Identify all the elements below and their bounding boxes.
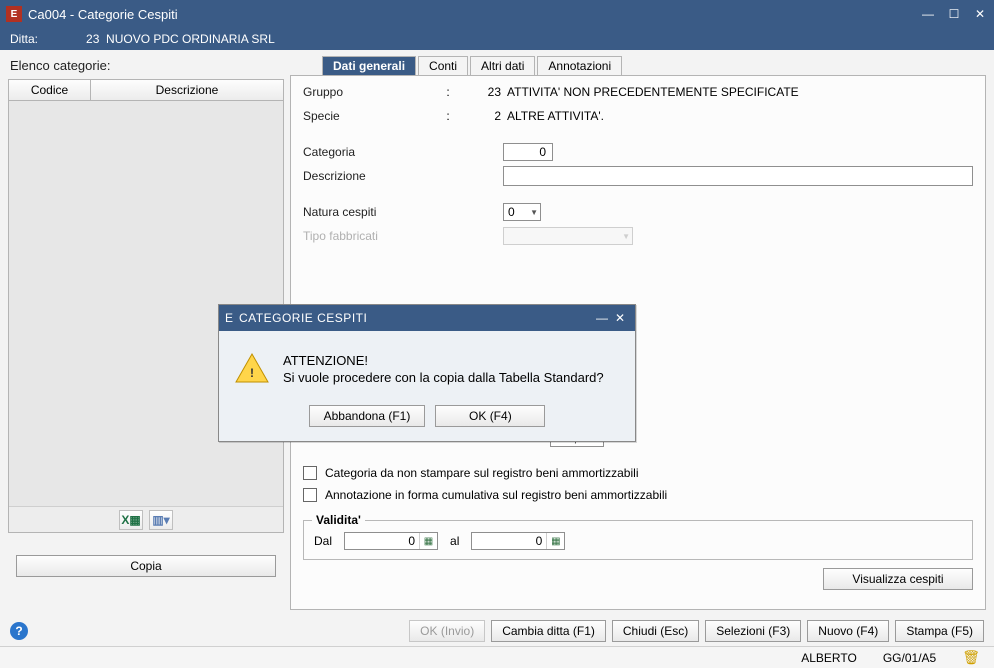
app-icon: E — [225, 311, 233, 325]
validita-fieldset: Validita' Dal 0 ▦ al 0 ▦ — [303, 520, 973, 560]
visualizza-cespiti-button[interactable]: Visualizza cespiti — [823, 568, 973, 590]
ditta-label: Ditta: — [10, 32, 38, 46]
natura-dropdown[interactable]: 0 ▼ — [503, 203, 541, 221]
row-gruppo: Gruppo : 23 ATTIVITA' NON PRECEDENTEMENT… — [303, 82, 973, 102]
specie-code: 2 — [463, 109, 501, 123]
copia-wrap: Copia — [8, 555, 284, 577]
excel-icon: X▦ — [121, 513, 140, 527]
warning-icon: ! — [235, 353, 269, 383]
dialog-heading: ATTENZIONE! — [283, 353, 604, 368]
row-natura: Natura cespiti 0 ▼ — [303, 202, 973, 222]
ok-invio-button: OK (Invio) — [409, 620, 485, 642]
ditta-bar: Ditta: 23 NUOVO PDC ORDINARIA SRL — [0, 28, 994, 50]
status-path: GG/01/A5 — [883, 651, 936, 665]
columns-config-icon: ▥▾ — [152, 513, 169, 527]
dal-label: Dal — [314, 534, 332, 548]
descrizione-label: Descrizione — [303, 169, 433, 183]
ditta-value: 23 NUOVO PDC ORDINARIA SRL — [86, 32, 275, 46]
grid-config-button[interactable]: ▥▾ — [149, 510, 173, 530]
specie-label: Specie — [303, 109, 433, 123]
grid-header: Codice Descrizione — [9, 80, 283, 101]
gruppo-desc: ATTIVITA' NON PRECEDENTEMENTE SPECIFICAT… — [507, 85, 799, 99]
descrizione-input[interactable] — [503, 166, 973, 186]
calendar-icon[interactable]: ▦ — [546, 533, 564, 549]
tabs: Dati generali Conti Altri dati Annotazio… — [322, 56, 986, 75]
tab-altri-dati[interactable]: Altri dati — [470, 56, 535, 75]
grid-toolbar: X▦ ▥▾ — [9, 506, 283, 532]
app-icon: E — [6, 6, 22, 22]
gruppo-label: Gruppo — [303, 85, 433, 99]
dialog-title: CATEGORIE CESPITI — [239, 311, 593, 325]
chevron-down-icon: ▼ — [530, 208, 538, 217]
dialog-minimize-icon[interactable]: ― — [593, 309, 611, 327]
grid-header-codice[interactable]: Codice — [9, 80, 91, 100]
dialog-close-icon[interactable]: ✕ — [611, 309, 629, 327]
maximize-icon[interactable]: ☐ — [946, 6, 962, 22]
window-title: Ca004 - Categorie Cespiti — [28, 7, 920, 22]
tab-conti[interactable]: Conti — [418, 56, 468, 75]
window-controls: ― ☐ ✕ — [920, 6, 988, 22]
dialog-ok-button[interactable]: OK (F4) — [435, 405, 545, 427]
row-specie: Specie : 2 ALTRE ATTIVITA'. — [303, 106, 973, 126]
trash-icon[interactable]: 🗑 — [962, 649, 980, 666]
bottom-button-bar: ? OK (Invio) Cambia ditta (F1) Chiudi (E… — [0, 614, 994, 646]
gruppo-code: 23 — [463, 85, 501, 99]
selezioni-button[interactable]: Selezioni (F3) — [705, 620, 801, 642]
confirm-dialog: E CATEGORIE CESPITI ― ✕ ! ATTENZIONE! Si… — [218, 304, 636, 442]
row-categoria: Categoria 0 — [303, 142, 973, 162]
copia-button[interactable]: Copia — [16, 555, 276, 577]
natura-label: Natura cespiti — [303, 205, 433, 219]
help-icon[interactable]: ? — [10, 622, 28, 640]
stampa-button[interactable]: Stampa (F5) — [895, 620, 984, 642]
tab-dati-generali[interactable]: Dati generali — [322, 56, 416, 75]
nuovo-button[interactable]: Nuovo (F4) — [807, 620, 889, 642]
categoria-label: Categoria — [303, 145, 433, 159]
view-row: Visualizza cespiti — [303, 568, 973, 590]
tipo-fabbricati-label: Tipo fabbricati — [303, 229, 433, 243]
validita-legend: Validita' — [312, 513, 365, 527]
chk-annot-cumulativa-label: Annotazione in forma cumulativa sul regi… — [325, 488, 667, 502]
chk-non-stampare[interactable] — [303, 466, 317, 480]
svg-text:!: ! — [250, 366, 254, 380]
calendar-icon[interactable]: ▦ — [419, 533, 437, 549]
dialog-buttons: Abbandona (F1) OK (F4) — [219, 393, 635, 441]
dialog-message: Si vuole procedere con la copia dalla Ta… — [283, 370, 604, 385]
chk-row-2: Annotazione in forma cumulativa sul regi… — [303, 488, 973, 502]
al-date-input[interactable]: 0 ▦ — [471, 532, 565, 550]
client-area: Elenco categorie: Codice Descrizione X▦ … — [0, 50, 994, 614]
grid-header-descrizione[interactable]: Descrizione — [91, 80, 283, 100]
chiudi-button[interactable]: Chiudi (Esc) — [612, 620, 699, 642]
dialog-titlebar: E CATEGORIE CESPITI ― ✕ — [219, 305, 635, 331]
app-window: E Ca004 - Categorie Cespiti ― ☐ ✕ Ditta:… — [0, 0, 994, 668]
chk-non-stampare-label: Categoria da non stampare sul registro b… — [325, 466, 638, 480]
categoria-input[interactable]: 0 — [503, 143, 553, 161]
titlebar: E Ca004 - Categorie Cespiti ― ☐ ✕ — [0, 0, 994, 28]
row-descrizione: Descrizione — [303, 166, 973, 186]
minimize-icon[interactable]: ― — [920, 6, 936, 22]
row-tipo-fabbricati: Tipo fabbricati ▼ — [303, 226, 973, 246]
dialog-body: ! ATTENZIONE! Si vuole procedere con la … — [219, 331, 635, 393]
al-label: al — [450, 534, 459, 548]
status-bar: ALBERTO GG/01/A5 🗑 — [0, 646, 994, 668]
export-excel-button[interactable]: X▦ — [119, 510, 143, 530]
cambia-ditta-button[interactable]: Cambia ditta (F1) — [491, 620, 606, 642]
specie-desc: ALTRE ATTIVITA'. — [507, 109, 604, 123]
chevron-down-icon: ▼ — [622, 232, 630, 241]
status-user: ALBERTO — [801, 651, 857, 665]
tab-annotazioni[interactable]: Annotazioni — [537, 56, 622, 75]
dal-date-input[interactable]: 0 ▦ — [344, 532, 438, 550]
elenco-heading: Elenco categorie: — [10, 58, 284, 73]
close-icon[interactable]: ✕ — [972, 6, 988, 22]
abbandona-button[interactable]: Abbandona (F1) — [309, 405, 426, 427]
tipo-fabbricati-dropdown: ▼ — [503, 227, 633, 245]
chk-annot-cumulativa[interactable] — [303, 488, 317, 502]
chk-row-1: Categoria da non stampare sul registro b… — [303, 466, 973, 480]
